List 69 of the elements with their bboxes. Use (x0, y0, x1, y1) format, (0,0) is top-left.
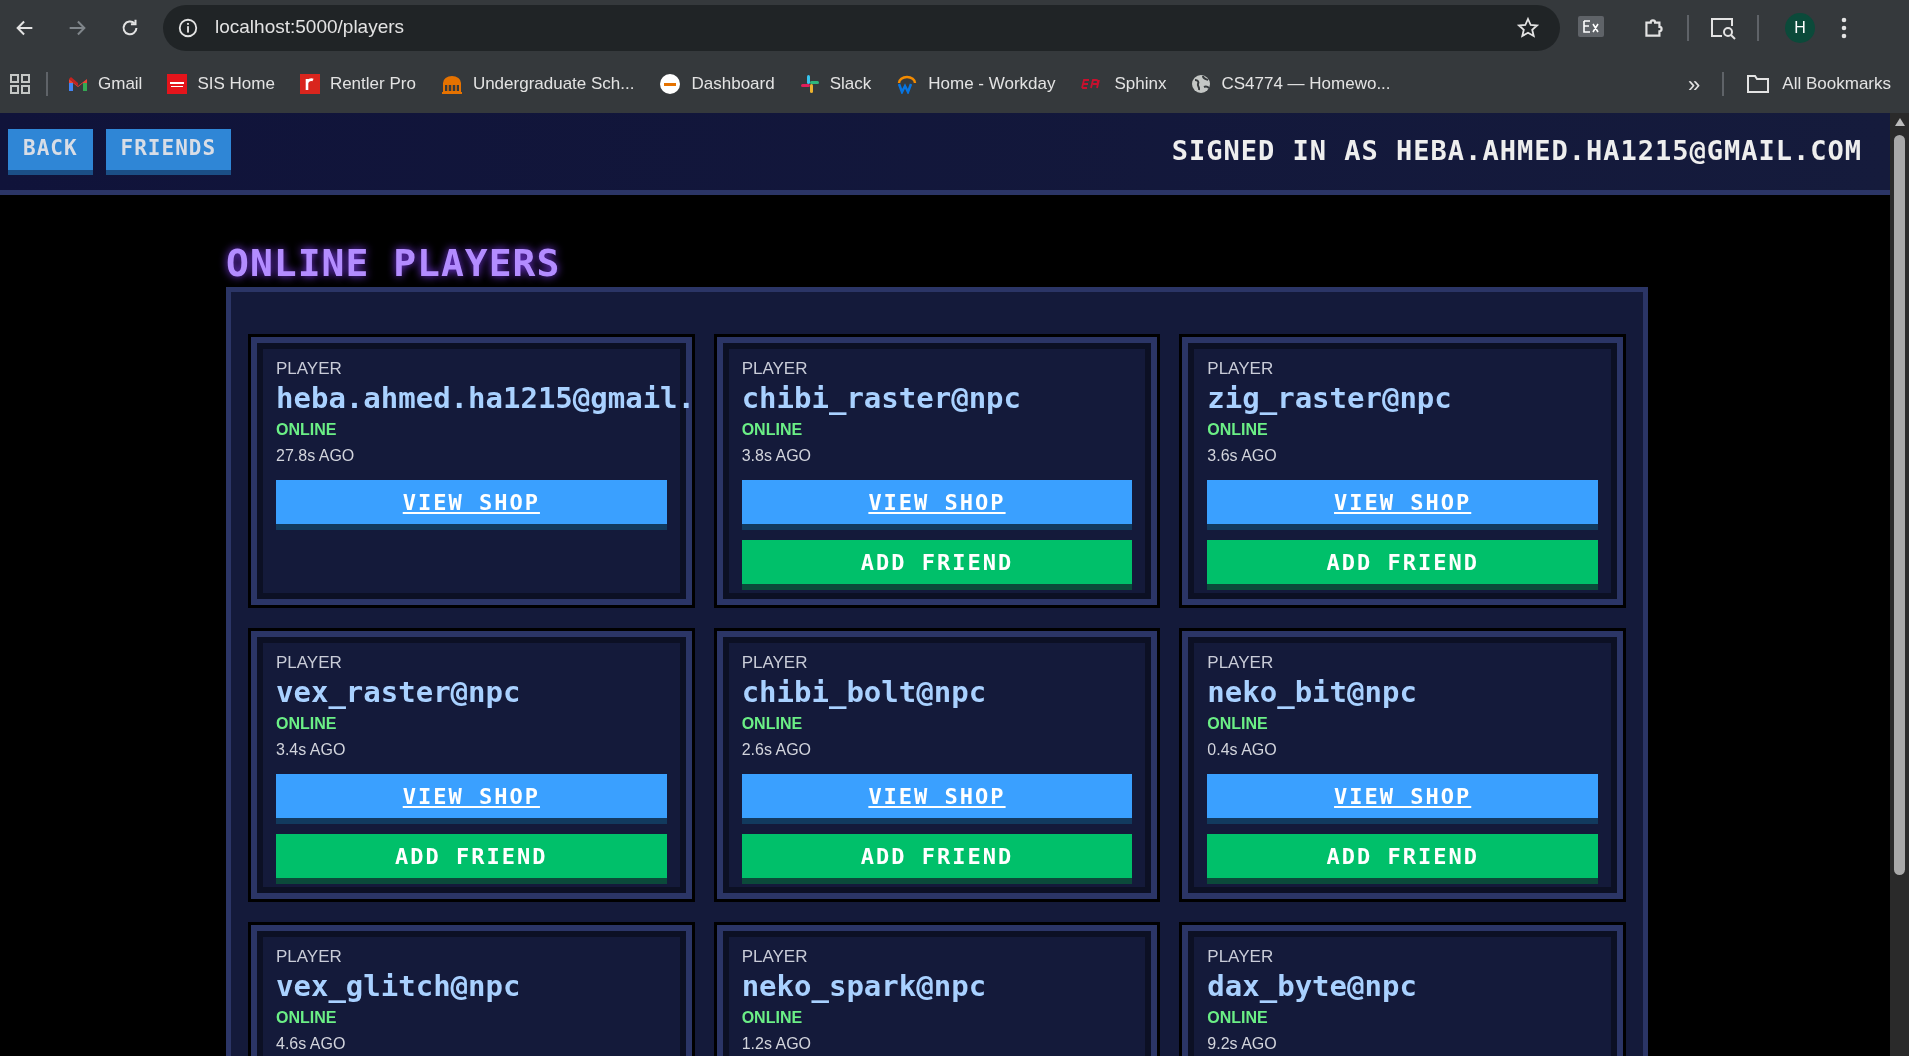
folder-icon (1746, 74, 1771, 94)
circle-logo-icon (659, 73, 682, 95)
scroll-up-icon[interactable] (1893, 117, 1906, 127)
player-label: PLAYER (276, 652, 343, 674)
player-label: PLAYER (741, 946, 809, 968)
page-title: ONLINE PLAYERS (226, 240, 562, 287)
hash-logo-icon (799, 74, 820, 94)
bookmark-item[interactable]: CS4774 — Homewo... (1191, 71, 1391, 97)
player-label: PLAYER (741, 358, 809, 380)
apps-icon[interactable] (10, 74, 30, 94)
bookmark-item[interactable]: Gmail (68, 71, 143, 97)
player-label: PLAYER (276, 946, 343, 968)
online-status: ONLINE (1207, 420, 1269, 440)
last-seen-text: 3.8s AGO (741, 446, 813, 466)
bookmark-item[interactable]: SIS Home (167, 71, 275, 97)
scrollbar[interactable] (1890, 113, 1909, 1056)
last-seen-text: 1.2s AGO (741, 1034, 813, 1054)
last-seen-text: 27.8s AGO (276, 446, 356, 466)
url-text: localhost:5000/players (215, 15, 405, 40)
player-name: neko_spark@npc (741, 968, 987, 1004)
player-label: PLAYER (1207, 358, 1275, 380)
last-seen-text: 3.4s AGO (276, 740, 347, 760)
globe-icon (1191, 74, 1212, 94)
player-label: PLAYER (741, 652, 809, 674)
last-seen-text: 2.6s AGO (741, 740, 813, 760)
info-icon[interactable] (177, 16, 199, 39)
player-name: vex_glitch@npc (276, 968, 521, 1004)
signed-in-text: SIGNED IN AS HEBA.AHMED.HA1215@GMAIL.COM (1171, 134, 1862, 169)
player-label: PLAYER (1207, 946, 1275, 968)
player-name: chibi_raster@npc (741, 380, 1021, 416)
last-seen-text: 0.4s AGO (1207, 740, 1278, 760)
player-label: PLAYER (1207, 652, 1275, 674)
bookmark-item[interactable]: Undergraduate Sch... (440, 71, 635, 97)
online-status: ONLINE (741, 420, 804, 440)
online-status: ONLINE (1207, 714, 1269, 734)
bookmark-item[interactable]: Home - Workday (896, 71, 1056, 97)
last-seen-text: 4.6s AGO (276, 1034, 347, 1054)
scrollbar-thumb[interactable] (1894, 135, 1905, 875)
online-status: ONLINE (1207, 1008, 1269, 1028)
online-status: ONLINE (276, 1008, 338, 1028)
online-status: ONLINE (741, 1008, 804, 1028)
search-tab-icon[interactable] (1709, 15, 1737, 40)
star-icon[interactable] (1516, 15, 1540, 40)
player-name: neko_bit@npc (1207, 674, 1417, 710)
menu-icon[interactable] (1841, 16, 1847, 39)
bookmark-item[interactable]: Slack (799, 71, 872, 97)
player-name: chibi_bolt@npc (741, 674, 987, 710)
more-bookmarks-icon[interactable]: » (1688, 67, 1701, 101)
bookmark-item[interactable]: Dashboard (659, 71, 775, 97)
online-status: ONLINE (741, 714, 804, 734)
player-name: vex_raster@npc (276, 674, 521, 710)
online-status: ONLINE (276, 420, 338, 440)
w-logo-icon (896, 74, 919, 94)
bookmark-item[interactable]: Rentler Pro (299, 71, 416, 97)
profile-avatar[interactable]: H (1785, 12, 1815, 43)
app-logo-icon (167, 74, 188, 94)
player-name: heba.ahmed.ha1215@gmail. (276, 380, 696, 416)
bookmark-item[interactable]: Sphinx (1080, 71, 1167, 97)
player-label: PLAYER (276, 358, 343, 380)
online-status: ONLINE (276, 714, 338, 734)
mail-icon (68, 76, 88, 92)
player-name: dax_byte@npc (1207, 968, 1417, 1004)
building-icon (440, 73, 463, 95)
r-logo-icon (299, 74, 320, 94)
last-seen-text: 3.6s AGO (1207, 446, 1278, 466)
last-seen-text: 9.2s AGO (1207, 1034, 1278, 1054)
address-bar[interactable]: localhost:5000/players (163, 4, 1560, 51)
all-bookmarks-button[interactable]: All Bookmarks (1746, 71, 1891, 97)
player-name: zig_raster@npc (1207, 380, 1452, 416)
